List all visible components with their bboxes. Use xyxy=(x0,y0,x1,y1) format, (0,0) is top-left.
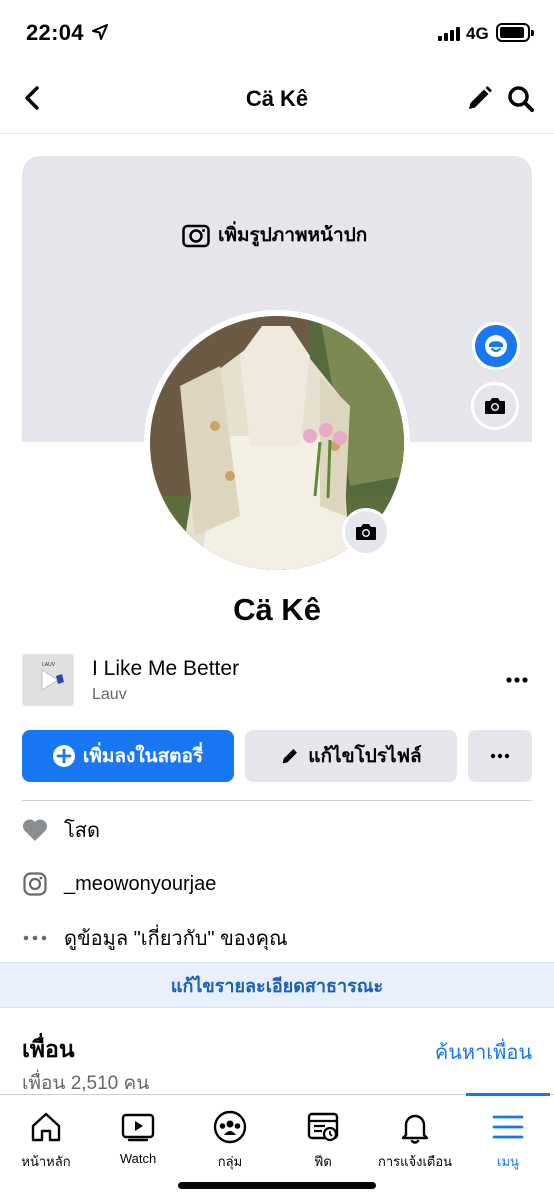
pencil-icon xyxy=(282,749,298,764)
watch-icon xyxy=(121,1113,155,1142)
relationship-detail: โสด xyxy=(22,814,100,846)
plus-circle-icon xyxy=(52,745,75,767)
relationship-text: โสด xyxy=(64,820,100,842)
tab-label: เมนู xyxy=(497,1154,519,1169)
tab-watch[interactable]: Watch xyxy=(92,1095,184,1175)
edit-profile-photo-camera-button[interactable] xyxy=(342,508,390,556)
add-cover-label: เพิ่มรูปภาพหน้าปก xyxy=(218,225,368,246)
more-actions-button[interactable] xyxy=(468,730,532,782)
tab-label: หน้าหลัก xyxy=(21,1154,71,1169)
more-dots-icon xyxy=(490,753,510,759)
about-info-link[interactable]: ดูข้อมูล "เกี่ยวกับ" ของคุณ xyxy=(22,922,288,954)
pencil-icon[interactable] xyxy=(464,84,494,114)
song-title: I Like Me Better xyxy=(92,657,240,680)
add-cover-photo-button[interactable]: เพิ่มรูปภาพหน้าปก xyxy=(182,220,367,250)
signal-icon xyxy=(438,26,460,41)
more-options-icon[interactable] xyxy=(506,670,528,690)
home-indicator xyxy=(178,1182,376,1189)
edit-cover-camera-button[interactable] xyxy=(471,382,519,430)
battery-icon xyxy=(496,23,534,42)
search-icon[interactable] xyxy=(506,84,536,114)
home-icon xyxy=(31,1112,61,1142)
edit-profile-label: แก้ไขโปรไฟล์ xyxy=(308,746,422,767)
profile-music[interactable]: LAUV I Like Me Better Lauv xyxy=(22,654,532,710)
add-to-story-label: เพิ่มลงในสตอรี่ xyxy=(82,746,204,767)
network-type: 4G xyxy=(466,24,489,43)
edit-public-details-button[interactable]: แก้ไขรายละเอียดสาธารณะ xyxy=(0,962,554,1008)
tab-label: กลุ่ม xyxy=(217,1154,243,1169)
camera-icon xyxy=(485,398,505,414)
tab-home[interactable]: หน้าหลัก xyxy=(0,1095,92,1175)
edit-profile-button[interactable]: แก้ไขโปรไฟล์ xyxy=(245,730,457,782)
album-art: LAUV xyxy=(22,654,74,706)
location-arrow-icon xyxy=(92,24,108,40)
camera-icon xyxy=(356,524,376,540)
tab-label: ฟีด xyxy=(314,1154,332,1169)
more-dots-icon xyxy=(22,925,48,951)
tab-feeds[interactable]: ฟีด xyxy=(277,1095,369,1175)
about-info-text: ดูข้อมูล "เกี่ยวกับ" ของคุณ xyxy=(64,928,288,950)
divider xyxy=(22,800,532,801)
profile-name: Cä Kê xyxy=(233,592,321,627)
tab-notifications[interactable]: การแจ้งเตือน xyxy=(369,1095,461,1175)
instagram-handle: _meowonyourjae xyxy=(64,872,217,895)
add-to-story-button[interactable]: เพิ่มลงในสตอรี่ xyxy=(22,730,234,782)
status-time: 22:04 xyxy=(26,20,84,45)
heart-icon xyxy=(22,817,48,843)
status-bar: 22:04 4G xyxy=(0,0,554,66)
find-friends-link[interactable]: ค้นหาเพื่อน xyxy=(435,1036,532,1068)
tab-label: Watch xyxy=(119,1151,157,1166)
groups-icon xyxy=(213,1110,247,1144)
instagram-icon xyxy=(22,871,48,897)
friends-section-title: เพื่อน xyxy=(22,1036,75,1062)
svg-text:LAUV: LAUV xyxy=(42,662,56,668)
instagram-detail[interactable]: _meowonyourjae xyxy=(22,868,216,900)
avatar-icon xyxy=(485,335,507,357)
feeds-icon xyxy=(307,1112,339,1142)
tab-groups[interactable]: กลุ่ม xyxy=(184,1095,276,1175)
tab-label: การแจ้งเตือน xyxy=(377,1154,453,1169)
song-artist: Lauv xyxy=(92,686,127,703)
avatar-button[interactable] xyxy=(472,322,520,370)
tab-menu[interactable]: เมนู xyxy=(462,1095,554,1175)
nav-header: Cä Kê xyxy=(0,66,554,134)
bell-icon xyxy=(401,1114,429,1144)
edit-public-details-label: แก้ไขรายละเอียดสาธารณะ xyxy=(170,975,384,996)
menu-icon xyxy=(492,1115,524,1139)
camera-outline-icon xyxy=(182,224,210,248)
